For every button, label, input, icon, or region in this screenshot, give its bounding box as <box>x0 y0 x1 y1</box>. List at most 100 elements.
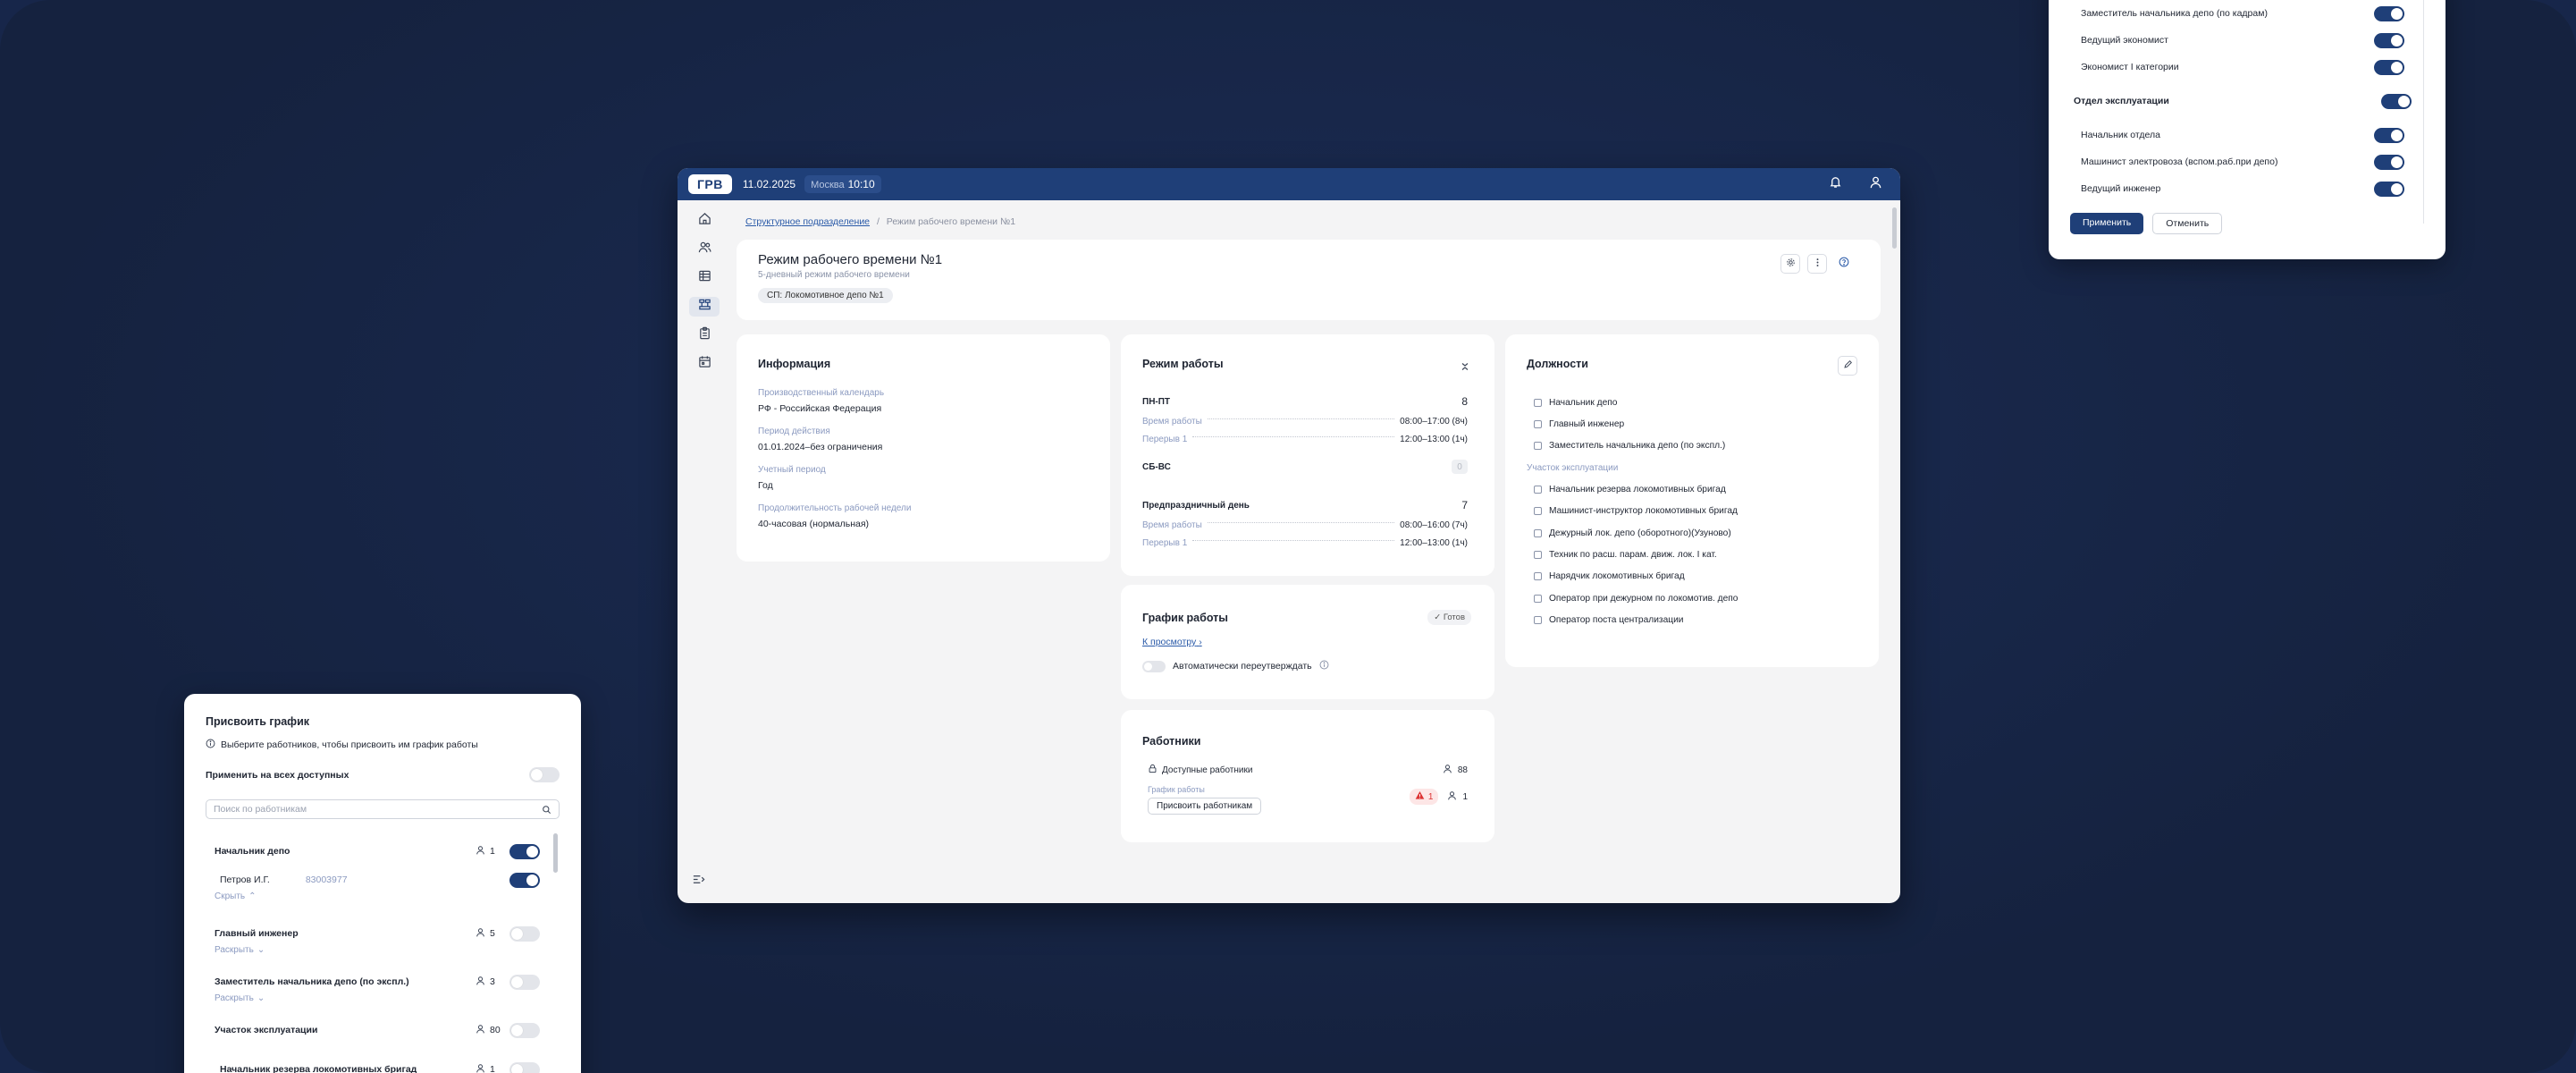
sidebar-item-table[interactable] <box>689 268 720 288</box>
position-label: Дежурный лок. депо (оборотного)(Узуново) <box>1549 528 1731 538</box>
edit-positions-button[interactable] <box>1838 356 1857 376</box>
weekday-hours: 8 <box>1461 395 1468 408</box>
position-item: Оператор при дежурном по локомотив. депо <box>1534 587 1738 609</box>
bell-icon[interactable] <box>1829 175 1842 193</box>
popover-item-label: Машинист электровоза (вспом.раб.при депо… <box>2081 156 2278 167</box>
popover-item: Экономист I категории <box>2081 54 2404 80</box>
info-label: Учетный период <box>758 465 826 475</box>
sidebar-item-clipboard[interactable] <box>689 325 720 345</box>
assign-workers-button[interactable]: Присвоить работникам <box>1148 798 1262 815</box>
app-logo[interactable]: ГРВ <box>688 174 732 194</box>
help-icon <box>1839 256 1849 272</box>
sidebar <box>678 200 731 903</box>
position-label: Нарядчик локомотивных бригад <box>1549 571 1685 582</box>
position-toggle[interactable] <box>509 843 540 859</box>
popover-item: Машинист электровоза (вспом.раб.при депо… <box>2081 148 2404 175</box>
popover-scrollbar[interactable] <box>2423 0 2424 224</box>
collapse-button[interactable] <box>1461 359 1469 376</box>
worker-toggle[interactable] <box>509 872 540 888</box>
popover-item-label: Заместитель начальника депо (по кадрам) <box>2081 8 2268 19</box>
position-item: Начальник депо <box>1534 392 1738 413</box>
position-label: Оператор поста централизации <box>1549 615 1684 626</box>
position-item: Техник по расш. парам. движ. лок. I кат. <box>1534 544 1738 565</box>
preholiday-row: Предпраздничный день 7 <box>1142 499 1468 511</box>
preholiday-hours: 7 <box>1461 499 1468 511</box>
app-window: ГРВ 11.02.2025 Москва 10:10 Структурное п… <box>678 168 1900 903</box>
sidebar-item-users[interactable] <box>689 240 720 259</box>
person-icon <box>476 1063 485 1073</box>
position-item: Заместитель начальника депо (по экспл.) <box>1534 435 1738 457</box>
breadcrumb-parent-link[interactable]: Структурное подразделение <box>745 216 870 227</box>
position-icon <box>1534 594 1542 603</box>
user-profile-icon[interactable] <box>1869 175 1882 193</box>
preholiday-break-row: Перерыв 1 12:00–13:00 (1ч) <box>1142 538 1468 548</box>
popover-item-toggle[interactable] <box>2374 127 2404 143</box>
popover-item: Начальник отдела <box>2081 122 2404 148</box>
expand-toggle[interactable]: Раскрыть ⌄ <box>215 991 540 1005</box>
group-toggle[interactable] <box>509 1022 540 1038</box>
sidebar-item-structure[interactable] <box>689 297 720 317</box>
position-label: Техник по расш. парам. движ. лок. I кат. <box>1549 550 1717 561</box>
help-button[interactable] <box>1834 254 1854 274</box>
cancel-button[interactable]: Отменить <box>2152 213 2223 234</box>
work-time-label: Время работы <box>1142 417 1202 427</box>
timezone-city: Москва <box>811 180 845 190</box>
weekend-hours: 0 <box>1452 460 1468 474</box>
more-actions-button[interactable] <box>1807 254 1827 274</box>
warning-icon <box>1415 790 1425 803</box>
position-row: Заместитель начальника депо (по экспл.) … <box>215 973 540 991</box>
assign-hint-text: Выберите работников, чтобы присвоить им … <box>221 739 478 750</box>
calendar-icon <box>698 355 711 373</box>
list-scrollbar[interactable] <box>553 833 558 873</box>
popover-item-toggle[interactable] <box>2374 32 2404 48</box>
expand-toggle[interactable]: Раскрыть ⌄ <box>215 942 540 957</box>
pencil-icon <box>1843 358 1853 374</box>
positions-card: Должности Начальник депо Главный инженер… <box>1505 334 1879 667</box>
warning-badge[interactable]: 1 <box>1409 789 1439 805</box>
sidebar-item-calendar[interactable] <box>689 354 720 374</box>
position-item: Дежурный лок. депо (оборотного)(Узуново) <box>1534 522 1738 544</box>
break-label: Перерыв 1 <box>1142 435 1188 444</box>
info-value: Год <box>758 480 773 491</box>
sidebar-item-home[interactable] <box>689 211 720 231</box>
weekday-break-row: Перерыв 1 12:00–13:00 (1ч) <box>1142 435 1468 444</box>
work-mode-title: Режим работы <box>1142 358 1224 370</box>
position-toggle[interactable] <box>509 925 540 942</box>
position-group-label: Участок эксплуатации <box>1527 462 1619 473</box>
info-icon[interactable] <box>1319 660 1329 672</box>
position-toggle[interactable] <box>509 974 540 990</box>
person-icon <box>476 845 485 858</box>
position-name: Главный инженер <box>215 928 299 939</box>
auto-reapprove-toggle[interactable] <box>1142 660 1166 672</box>
position-toggle[interactable] <box>509 1061 540 1073</box>
apply-all-row: Применить на всех доступных <box>206 767 560 782</box>
apply-button[interactable]: Применить <box>2070 213 2144 234</box>
chevron-down-icon: ⌄ <box>257 944 265 955</box>
popover-group-toggle[interactable] <box>2381 93 2412 109</box>
position-label: Оператор при дежурном по локомотив. депо <box>1549 593 1738 604</box>
popover-item-toggle[interactable] <box>2374 59 2404 75</box>
view-schedule-link[interactable]: К просмотру › <box>1142 637 1202 647</box>
search-workers-input[interactable]: Поиск по работникам <box>206 799 560 819</box>
hide-toggle[interactable]: Скрыть ⌃ <box>215 889 540 903</box>
users-icon <box>698 241 711 258</box>
weekday-label: ПН-ПТ <box>1142 396 1171 407</box>
popover-item-toggle[interactable] <box>2374 5 2404 21</box>
popover-group-label: Отдел эксплуатации <box>2074 96 2169 106</box>
info-label: Производственный календарь <box>758 388 885 398</box>
position-icon <box>1534 507 1542 516</box>
position-label: Начальник резерва локомотивных бригад <box>1549 484 1726 494</box>
work-time-value: 08:00–16:00 (7ч) <box>1400 520 1468 530</box>
worker-count: 3 <box>490 976 495 987</box>
popover-item-toggle[interactable] <box>2374 181 2404 197</box>
page-scrollbar[interactable] <box>1892 207 1897 249</box>
settings-button[interactable] <box>1780 254 1800 274</box>
info-value: 01.01.2024–без ограничения <box>758 442 883 452</box>
apply-all-toggle[interactable] <box>529 767 560 782</box>
assigned-count: 1 <box>1462 791 1468 802</box>
collapse-sidebar-icon[interactable] <box>692 873 705 891</box>
popover-item-toggle[interactable] <box>2374 154 2404 170</box>
workers-card: Работники Доступные работники 88 График … <box>1121 710 1494 842</box>
mode-header-card: Режим рабочего времени №1 5-дневный режи… <box>737 240 1881 320</box>
breadcrumb-separator: / <box>876 216 880 227</box>
